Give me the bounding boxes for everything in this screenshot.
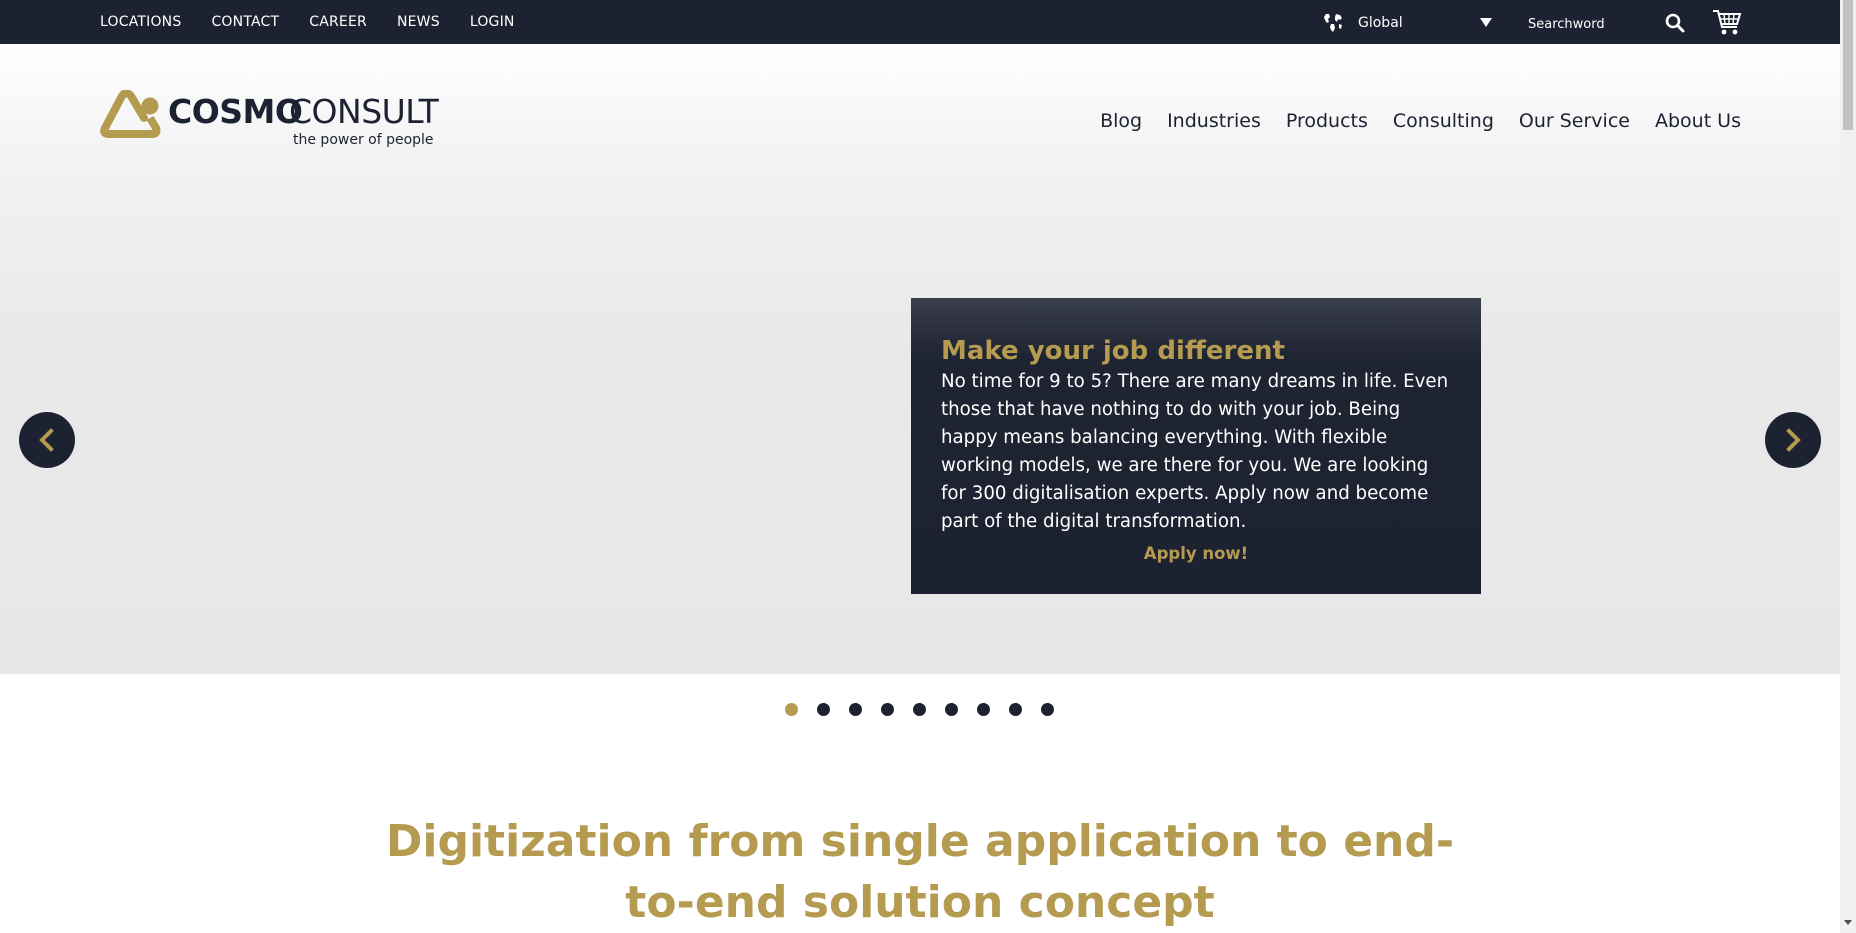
slider-dot[interactable] <box>785 703 798 716</box>
nav-blog[interactable]: Blog <box>1100 110 1142 132</box>
slider-dot[interactable] <box>817 703 830 716</box>
cart-icon[interactable] <box>1712 8 1742 36</box>
nav-about-us[interactable]: About Us <box>1655 110 1741 132</box>
slider-dot[interactable] <box>1041 703 1054 716</box>
slide-card: Make your job different No time for 9 to… <box>911 298 1481 594</box>
top-link-contact[interactable]: CONTACT <box>211 14 279 30</box>
top-links: LOCATIONS CONTACT CAREER NEWS LOGIN <box>100 0 515 44</box>
slider-dot[interactable] <box>1009 703 1022 716</box>
top-link-news[interactable]: NEWS <box>397 14 440 30</box>
logo-wordmark-cosmo: COSMO <box>168 92 303 131</box>
slider-dot[interactable] <box>849 703 862 716</box>
hero-section: COSMO CONSULT the power of people Blog I… <box>0 44 1840 674</box>
top-link-locations[interactable]: LOCATIONS <box>100 14 181 30</box>
chevron-left-icon <box>39 428 54 452</box>
chevron-down-icon <box>1480 18 1492 27</box>
nav-industries[interactable]: Industries <box>1167 110 1261 132</box>
logo-tagline: the power of people <box>293 132 434 148</box>
scrollbar-thumb[interactable] <box>1843 0 1853 130</box>
top-bar: LOCATIONS CONTACT CAREER NEWS LOGIN Glob… <box>0 0 1840 44</box>
slider-dots <box>785 703 1054 716</box>
chevron-right-icon <box>1786 428 1801 452</box>
language-label: Global <box>1358 15 1403 31</box>
logo[interactable]: COSMO CONSULT the power of people <box>100 90 450 150</box>
search-input[interactable] <box>1528 12 1652 36</box>
nav-our-service[interactable]: Our Service <box>1519 110 1630 132</box>
logo-wordmark-consult: CONSULT <box>289 92 439 131</box>
globe-icon <box>1324 14 1342 32</box>
scrollbar[interactable] <box>1840 0 1856 933</box>
slider-dot[interactable] <box>977 703 990 716</box>
page: LOCATIONS CONTACT CAREER NEWS LOGIN Glob… <box>0 0 1856 933</box>
top-link-career[interactable]: CAREER <box>309 14 367 30</box>
scroll-down-arrow-icon[interactable] <box>1844 920 1852 925</box>
slide-text: No time for 9 to 5? There are many dream… <box>941 371 1449 532</box>
main-nav: Blog Industries Products Consulting Our … <box>1100 110 1741 132</box>
language-selector[interactable]: Global <box>1322 10 1492 36</box>
search-icon[interactable] <box>1664 12 1686 34</box>
logo-mark-icon <box>100 90 161 138</box>
slide-title: Make your job different <box>941 336 1285 366</box>
nav-products[interactable]: Products <box>1286 110 1368 132</box>
slider-dot[interactable] <box>881 703 894 716</box>
slider-dot[interactable] <box>913 703 926 716</box>
nav-consulting[interactable]: Consulting <box>1393 110 1494 132</box>
slider-prev-button[interactable] <box>19 412 75 468</box>
page-headline: Digitization from single application to … <box>385 816 1455 928</box>
slider-next-button[interactable] <box>1765 412 1821 468</box>
apply-now-link[interactable]: Apply now! <box>941 544 1451 563</box>
top-link-login[interactable]: LOGIN <box>470 14 515 30</box>
slider-dot[interactable] <box>945 703 958 716</box>
